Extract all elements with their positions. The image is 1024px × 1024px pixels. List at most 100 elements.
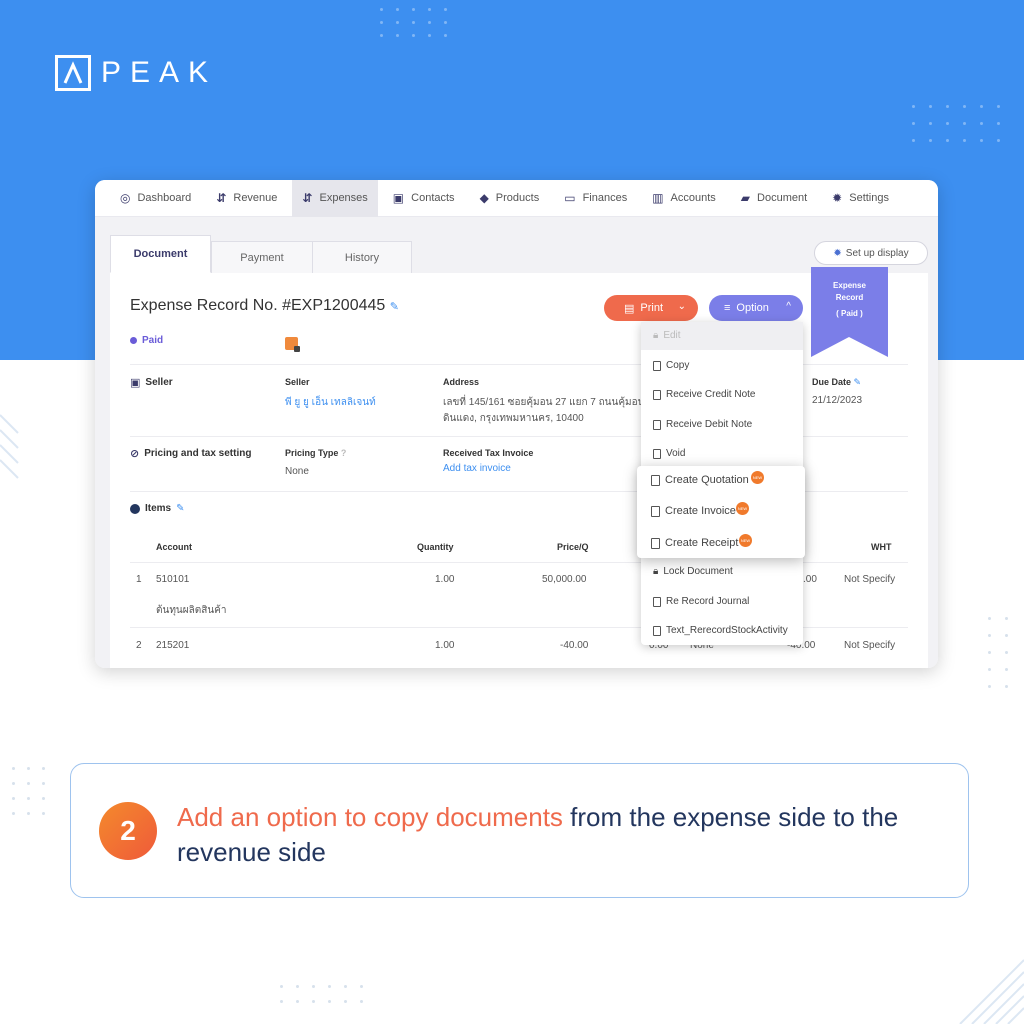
settings-circle-icon: ⊘ (130, 448, 140, 460)
document-icon (653, 419, 661, 430)
add-tax-invoice-link[interactable]: Add tax invoice (443, 463, 511, 474)
contacts-icon: ▣ (392, 191, 405, 205)
nav-expenses[interactable]: ⇵ Expenses (292, 180, 378, 217)
section-title: Items (145, 503, 172, 514)
col-price: Price/Q (557, 542, 589, 552)
app-window: ◎ Dashboard ⇵ Revenue ⇵ Expenses ▣ Contacts … (95, 180, 938, 668)
gear-icon: ✹ (832, 191, 843, 205)
pricing-type-label: Pricing Type ? (285, 448, 346, 458)
nav-finances[interactable]: ▭ Finances (554, 180, 637, 217)
pencil-icon[interactable]: ✎ (176, 503, 184, 514)
status-badge: Paid (130, 335, 163, 346)
nav-accounts[interactable]: ▥ Accounts (642, 180, 726, 217)
status-ribbon: Expense Record ( Paid ) (811, 267, 888, 357)
submenu-create-invoice[interactable]: Create Invoice (651, 505, 736, 517)
tab-payment[interactable]: Payment (211, 241, 313, 275)
row-2-account: 215201 (156, 640, 190, 651)
tab-history[interactable]: History (312, 241, 412, 275)
option-label: Option (736, 302, 769, 314)
new-badge: NEW (736, 502, 749, 515)
option-button[interactable]: ≡ Option ^ (709, 295, 803, 321)
seller-section-label: ▣ Seller (130, 376, 173, 389)
pricing-type-value: None (285, 466, 309, 477)
finances-icon: ▭ (564, 191, 576, 205)
section-title: Seller (145, 377, 173, 388)
row-1-amount: .00 (803, 574, 817, 585)
nav-label: Accounts (670, 192, 716, 204)
void-icon (653, 448, 661, 459)
ribbon-line-3: ( Paid ) (836, 309, 863, 318)
due-date-label: Due Date ✎ (812, 377, 861, 388)
chevron-down-icon[interactable]: ⌄ (678, 301, 686, 312)
submenu-create-receipt[interactable]: Create Receipt (651, 537, 738, 549)
menu-item-rerecord-stock[interactable]: Text_RerecordStockActivity (653, 625, 788, 636)
row-1-wht: Not Specify (844, 574, 896, 585)
menu-icon: ≡ (724, 302, 731, 314)
tab-label: Document (133, 248, 188, 260)
setup-display-button[interactable]: ✹ Set up display (814, 241, 928, 265)
pencil-icon[interactable]: ✎ (390, 301, 399, 313)
menu-item-receive-debit-note[interactable]: Receive Debit Note (653, 419, 752, 430)
menu-item-copy[interactable]: Copy (653, 360, 689, 371)
menu-label: Lock Document (663, 566, 733, 577)
document-panel: Expense Record No. #EXP1200445 ✎ Paid ▤ P… (110, 273, 928, 668)
menu-item-re-record-journal[interactable]: Re Record Journal (653, 596, 749, 607)
section-title: Pricing and tax setting (144, 448, 252, 459)
lock-icon: 🔒︎ (653, 330, 659, 341)
row-2-wht: Not Specify (844, 640, 896, 651)
nav-dashboard[interactable]: ◎ Dashboard (110, 180, 201, 217)
copy-icon (651, 505, 660, 517)
pricing-section-label: ⊘ Pricing and tax setting (130, 447, 251, 460)
menu-item-receive-credit-note[interactable]: Receive Credit Note (653, 389, 755, 400)
decor-dots-right (912, 105, 1000, 142)
seller-label: Seller (285, 377, 310, 387)
peak-logo: PEAK (55, 55, 217, 91)
decor-stripes-left (0, 414, 19, 479)
print-button[interactable]: ▤ Print ⌄ (604, 295, 698, 321)
revenue-icon: ⇵ (216, 191, 227, 205)
callout-text: Add an option to copy documents from the… (177, 800, 957, 870)
copy-icon (651, 474, 660, 486)
step-number-badge: 2 (99, 802, 157, 860)
new-badge: NEW (751, 471, 764, 484)
submenu-label: Create Receipt (665, 537, 739, 549)
nav-products[interactable]: ◆ Products (470, 180, 550, 217)
due-date-text: Due Date (812, 377, 852, 387)
status-dot (130, 337, 137, 344)
seller-icon: ▣ (130, 377, 141, 389)
decor-dots-right-low (988, 617, 1008, 688)
pricing-type-text: Pricing Type (285, 448, 339, 458)
nav-contacts[interactable]: ▣ Contacts (383, 180, 465, 217)
tab-document[interactable]: Document (110, 235, 211, 273)
decor-stripes-bottom-right (959, 959, 1024, 1024)
decor-dots-left (12, 767, 45, 815)
seller-name-link[interactable]: พี ยู ยู เอ็น เทลลิเจนท์ (285, 395, 376, 410)
nav-revenue[interactable]: ⇵ Revenue (206, 180, 287, 217)
nav-label: Expenses (319, 192, 368, 204)
menu-label: Copy (666, 360, 690, 371)
setup-display-label: Set up display (845, 247, 909, 259)
pencil-icon[interactable]: ✎ (854, 377, 862, 387)
print-label: Print (640, 302, 664, 314)
nav-document[interactable]: ▰ Document (731, 180, 817, 217)
row-2-qty: 1.00 (435, 640, 455, 651)
menu-item-void[interactable]: Void (653, 448, 685, 459)
menu-label: Void (666, 448, 686, 459)
menu-label: Receive Debit Note (666, 419, 753, 430)
tab-label: Payment (240, 252, 284, 264)
submenu-create-quotation[interactable]: Create Quotation (651, 474, 749, 486)
help-icon[interactable]: ? (341, 448, 347, 458)
items-dot-icon (130, 503, 140, 514)
address-line-1: เลขที่ 145/161 ซอยคุ้มอน 27 แยก 7 ถนนคุ้… (443, 397, 645, 408)
row-1-qty: 1.00 (435, 574, 455, 585)
row-2-no: 2 (136, 640, 142, 651)
col-account: Account (156, 542, 192, 552)
lock-icon (285, 337, 300, 352)
nav-settings[interactable]: ✹ Settings (822, 180, 899, 217)
copy-submenu: Create Quotation NEW Create Invoice NEW … (637, 466, 805, 558)
row-2-price: -40.00 (560, 640, 589, 651)
nav-label: Settings (849, 192, 889, 204)
gear-icon: ✹ (833, 247, 842, 259)
menu-item-edit[interactable]: 🔒︎ Edit (653, 330, 681, 341)
menu-item-lock-document[interactable]: 🔒︎ Lock Document (653, 566, 733, 577)
